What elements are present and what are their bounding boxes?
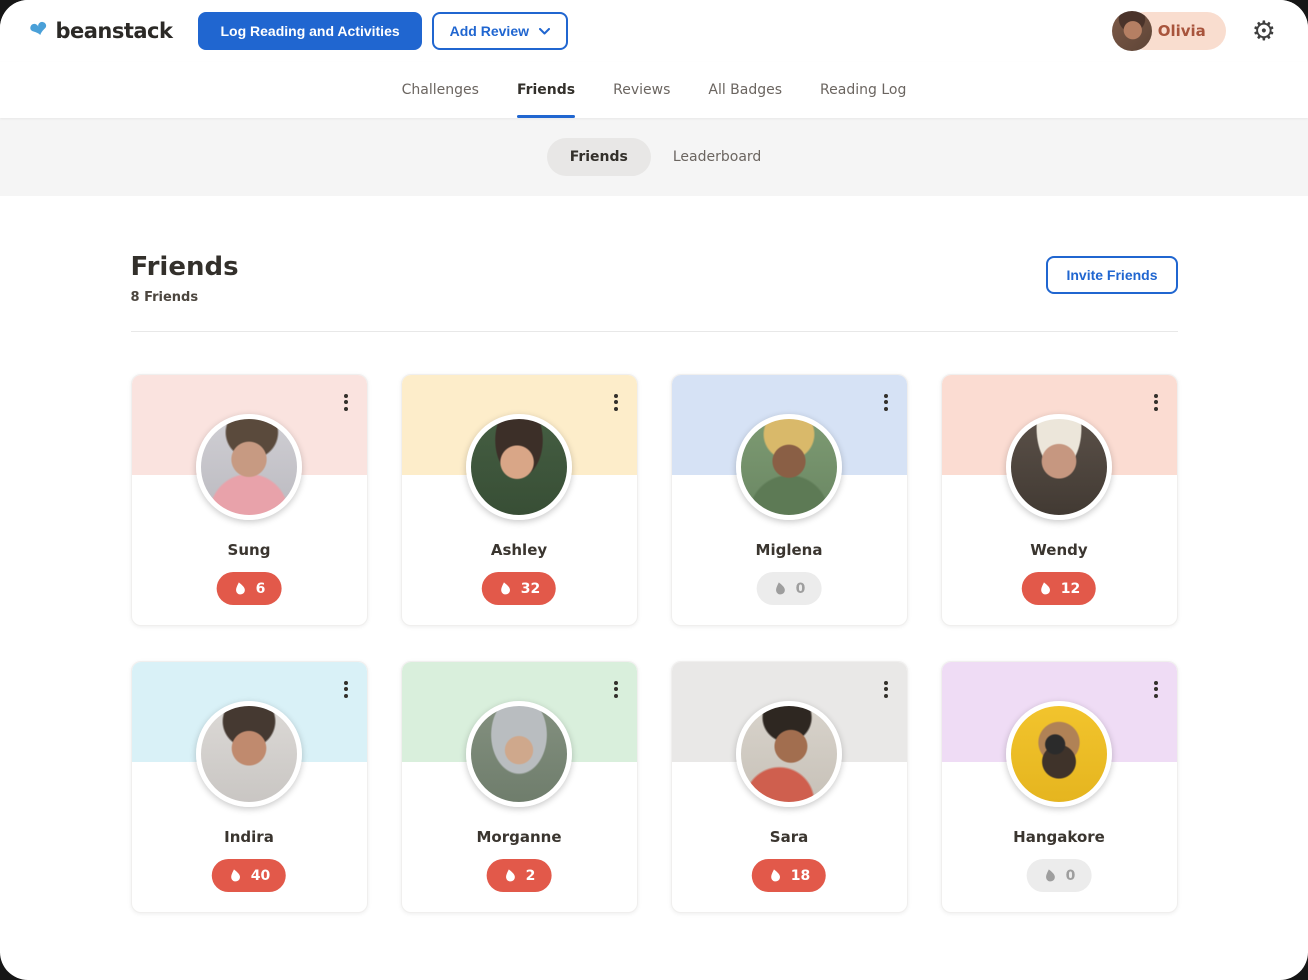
kebab-menu-icon[interactable] xyxy=(338,388,354,416)
streak-count: 18 xyxy=(791,868,810,884)
main-nav: Challenges Friends Reviews All Badges Re… xyxy=(0,62,1308,118)
heading-row: Friends 8 Friends Invite Friends xyxy=(131,252,1178,305)
streak-count: 0 xyxy=(1066,868,1076,884)
friend-avatar xyxy=(196,701,302,807)
friend-name: Wendy xyxy=(942,541,1177,559)
friends-grid: Sung 6 Ashley 32 Miglena xyxy=(131,374,1178,953)
friend-name: Morganne xyxy=(402,828,637,846)
kebab-menu-icon[interactable] xyxy=(608,675,624,703)
beanstack-logo[interactable]: ❤ beanstack xyxy=(30,19,172,43)
kebab-menu-icon[interactable] xyxy=(608,388,624,416)
tab-reading-log[interactable]: Reading Log xyxy=(820,62,906,118)
friend-card: Miglena 0 xyxy=(671,374,908,626)
friend-card: Wendy 12 xyxy=(941,374,1178,626)
friend-card: Hangakore 0 xyxy=(941,661,1178,913)
log-reading-button[interactable]: Log Reading and Activities xyxy=(198,12,421,50)
tab-reviews[interactable]: Reviews xyxy=(613,62,670,118)
friend-avatar xyxy=(736,414,842,520)
kebab-menu-icon[interactable] xyxy=(1148,675,1164,703)
user-menu[interactable]: Olivia xyxy=(1112,11,1226,51)
streak-badge: 12 xyxy=(1022,572,1096,605)
brand-name: beanstack xyxy=(55,19,172,43)
streak-badge: 6 xyxy=(217,572,282,605)
settings-gear-icon[interactable]: ⚙ xyxy=(1252,18,1276,45)
friend-card: Ashley 32 xyxy=(401,374,638,626)
flame-icon xyxy=(503,868,518,883)
friend-avatar xyxy=(466,414,572,520)
streak-count: 2 xyxy=(526,868,536,884)
flame-icon xyxy=(1038,581,1053,596)
streak-count: 40 xyxy=(251,868,270,884)
friends-subnav: Friends Leaderboard xyxy=(0,118,1308,196)
friend-name: Miglena xyxy=(672,541,907,559)
kebab-menu-icon[interactable] xyxy=(1148,388,1164,416)
flame-icon xyxy=(233,581,248,596)
main-content: Friends 8 Friends Invite Friends Sung 6 … xyxy=(0,196,1308,953)
app-window: ❤ beanstack Log Reading and Activities A… xyxy=(0,0,1308,980)
friend-card: Sara 18 xyxy=(671,661,908,913)
friend-name: Ashley xyxy=(402,541,637,559)
divider xyxy=(131,331,1178,332)
friend-card: Sung 6 xyxy=(131,374,368,626)
streak-count: 12 xyxy=(1061,581,1080,597)
streak-badge: 40 xyxy=(212,859,286,892)
page-title: Friends xyxy=(131,252,239,282)
streak-count: 0 xyxy=(796,581,806,597)
friend-count: 8 Friends xyxy=(131,290,239,305)
kebab-menu-icon[interactable] xyxy=(338,675,354,703)
flame-icon xyxy=(228,868,243,883)
streak-badge: 32 xyxy=(482,572,556,605)
tab-all-badges[interactable]: All Badges xyxy=(708,62,782,118)
friend-name: Indira xyxy=(132,828,367,846)
kebab-menu-icon[interactable] xyxy=(878,675,894,703)
flame-icon xyxy=(498,581,513,596)
friend-avatar xyxy=(1006,414,1112,520)
beanstack-leaf-icon: ❤ xyxy=(28,18,51,44)
friend-avatar xyxy=(196,414,302,520)
subnav-leaderboard[interactable]: Leaderboard xyxy=(673,149,761,165)
kebab-menu-icon[interactable] xyxy=(878,388,894,416)
add-review-label: Add Review xyxy=(450,23,529,39)
top-bar: ❤ beanstack Log Reading and Activities A… xyxy=(0,0,1308,62)
friend-name: Sung xyxy=(132,541,367,559)
friend-avatar xyxy=(736,701,842,807)
friend-card: Morganne 2 xyxy=(401,661,638,913)
flame-icon xyxy=(768,868,783,883)
streak-badge: 18 xyxy=(752,859,826,892)
streak-count: 32 xyxy=(521,581,540,597)
user-avatar xyxy=(1112,11,1152,51)
streak-badge: 0 xyxy=(1027,859,1092,892)
friend-name: Hangakore xyxy=(942,828,1177,846)
flame-icon xyxy=(1043,868,1058,883)
streak-count: 6 xyxy=(256,581,266,597)
invite-friends-button[interactable]: Invite Friends xyxy=(1046,256,1177,294)
add-review-button[interactable]: Add Review xyxy=(432,12,568,50)
tab-challenges[interactable]: Challenges xyxy=(402,62,479,118)
friend-name: Sara xyxy=(672,828,907,846)
subnav-friends[interactable]: Friends xyxy=(547,138,651,176)
friend-avatar xyxy=(1006,701,1112,807)
friend-card: Indira 40 xyxy=(131,661,368,913)
friend-avatar xyxy=(466,701,572,807)
streak-badge: 0 xyxy=(757,572,822,605)
flame-icon xyxy=(773,581,788,596)
user-name: Olivia xyxy=(1158,22,1206,40)
chevron-down-icon xyxy=(539,28,550,35)
tab-friends[interactable]: Friends xyxy=(517,62,575,118)
streak-badge: 2 xyxy=(487,859,552,892)
